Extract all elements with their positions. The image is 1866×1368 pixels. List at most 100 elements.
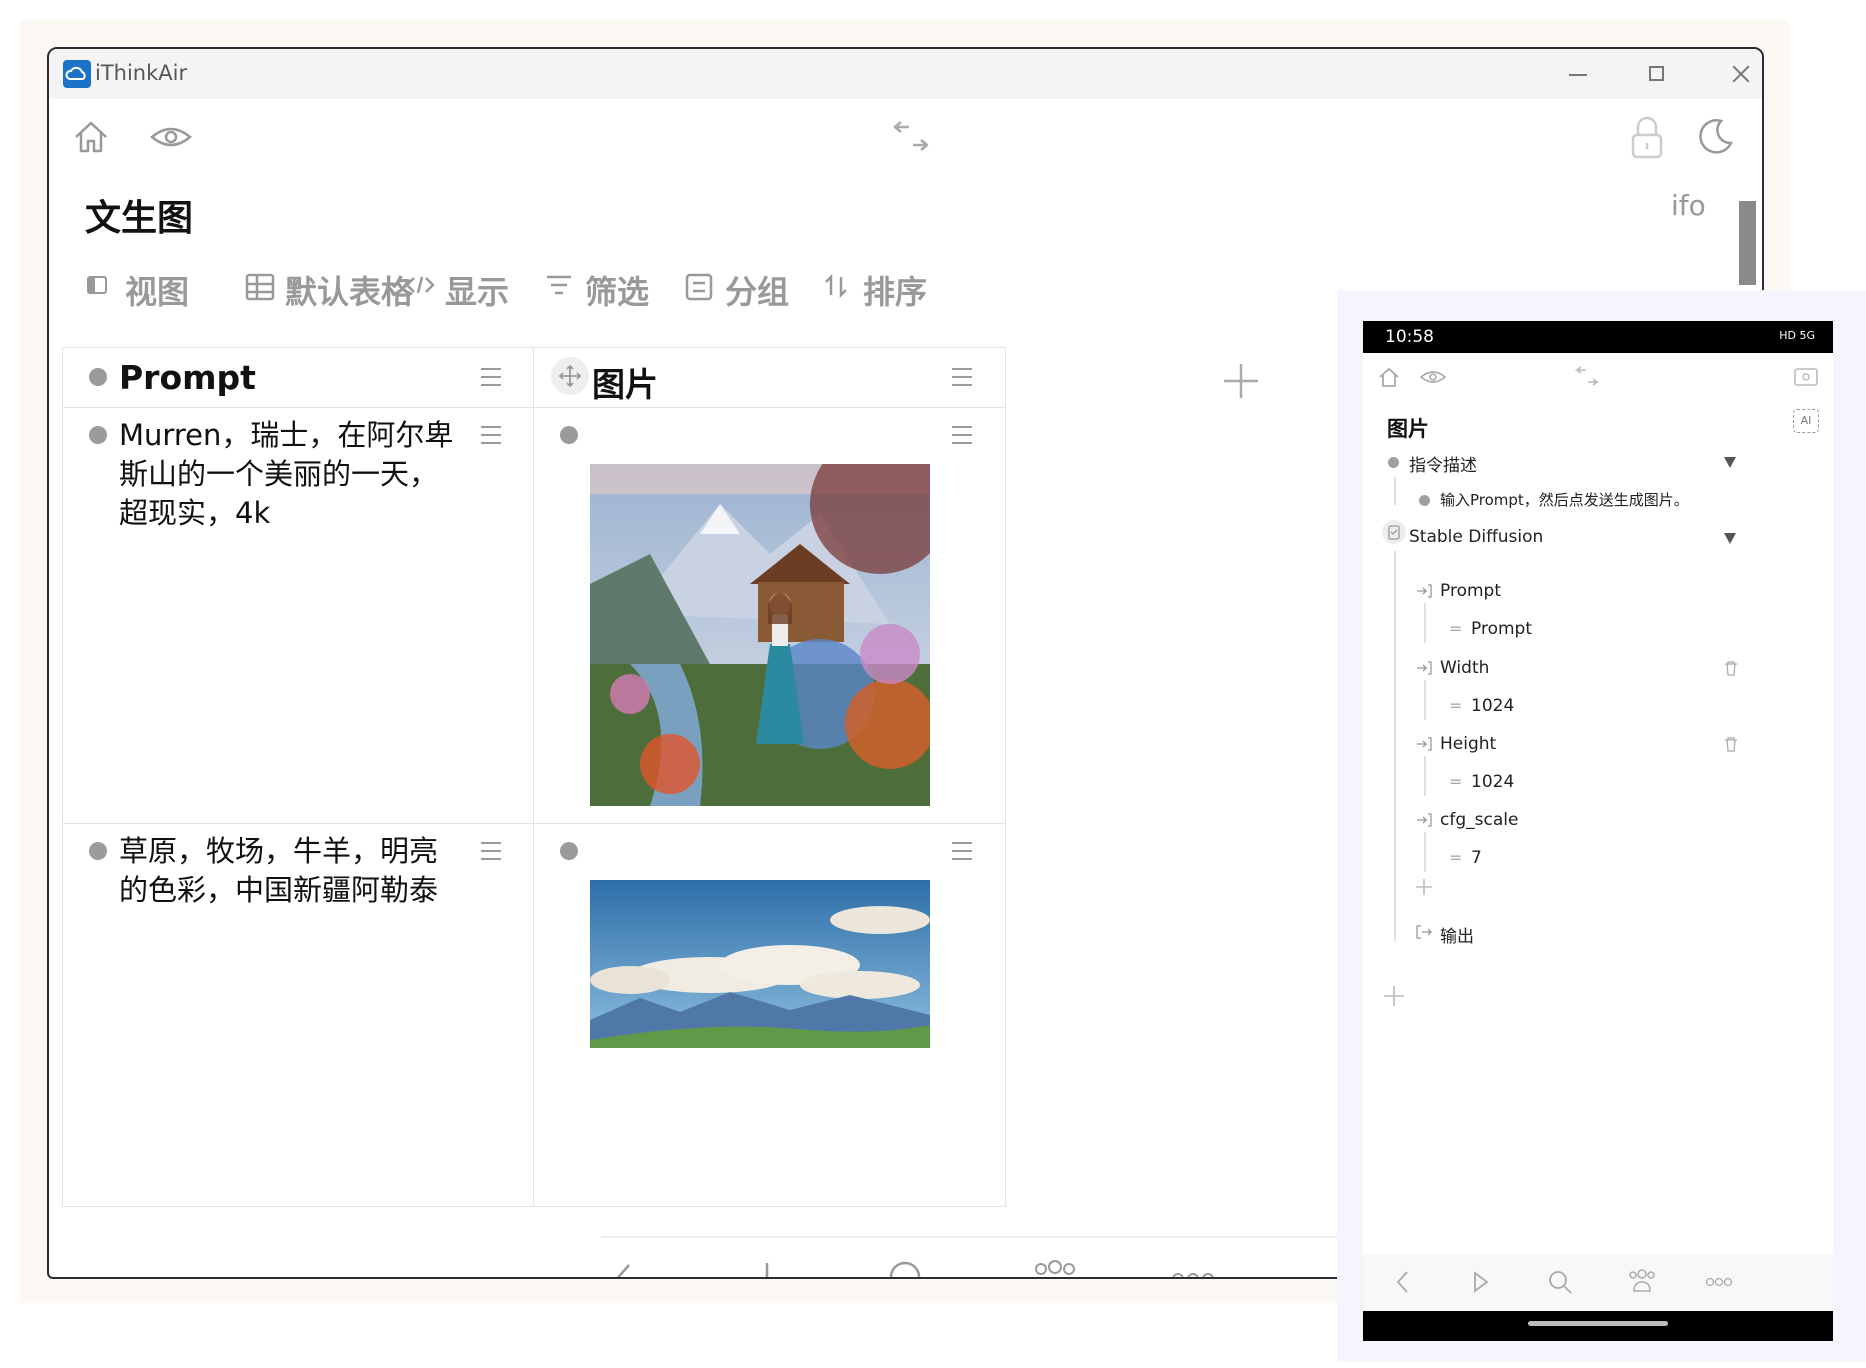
generated-image-girl-garden[interactable] bbox=[590, 464, 930, 806]
cloud-logo-icon bbox=[63, 60, 91, 88]
input-arrow-icon bbox=[1417, 813, 1432, 827]
tree-line bbox=[1424, 603, 1426, 643]
maximize-button[interactable] bbox=[1629, 55, 1689, 93]
table-cell-prompt[interactable]: Murren，瑞士，在阿尔卑斯山的一个美丽的一天，超现实，4k bbox=[62, 407, 535, 825]
home-indicator[interactable] bbox=[1528, 1321, 1668, 1326]
tree-line bbox=[1394, 477, 1396, 505]
param-value: 7 bbox=[1471, 848, 1482, 868]
info-badge: ifo bbox=[1671, 189, 1706, 222]
data-table: Prompt 图片 Murren，瑞士，在阿尔卑斯山的一个美丽的一天，超现实，4… bbox=[62, 347, 1192, 1207]
page-title: 文生图 bbox=[85, 198, 194, 239]
more-dots-icon[interactable] bbox=[1171, 1271, 1215, 1279]
phone-screen: 10:58 HD 5G 图片 AI 指令描述 输入Prompt，然后点发送生成图… bbox=[1363, 321, 1833, 1341]
home-icon[interactable] bbox=[1377, 365, 1401, 389]
title-bar: iThinkAir bbox=[49, 49, 1762, 99]
equals-icon: = bbox=[1449, 696, 1463, 715]
row-dot-icon bbox=[560, 842, 578, 860]
toolbar-view-label: 视图 bbox=[125, 273, 190, 311]
param-name: Prompt bbox=[1440, 581, 1501, 601]
table-cell-image[interactable] bbox=[533, 823, 1006, 1207]
param-value: 1024 bbox=[1471, 772, 1515, 792]
trash-icon[interactable] bbox=[1724, 660, 1738, 676]
home-icon[interactable] bbox=[71, 117, 111, 157]
image-folder-icon[interactable] bbox=[1793, 365, 1819, 387]
add-node-plus-icon[interactable] bbox=[1383, 985, 1405, 1007]
param-name: Width bbox=[1440, 658, 1490, 678]
users-group-icon[interactable] bbox=[1029, 1257, 1081, 1279]
toolbar-filter-label: 筛选 bbox=[585, 273, 650, 311]
phone-bottom-bar bbox=[1363, 1254, 1833, 1311]
status-time: 10:58 bbox=[1385, 327, 1434, 347]
generated-image-meadow[interactable] bbox=[590, 880, 930, 1048]
minimize-button[interactable] bbox=[1549, 55, 1609, 93]
output-label: 输出 bbox=[1440, 927, 1474, 947]
tree-line bbox=[1394, 551, 1396, 941]
toolbar-sort-label: 排序 bbox=[863, 273, 928, 311]
menu-icon[interactable] bbox=[481, 368, 501, 386]
menu-icon[interactable] bbox=[952, 368, 972, 386]
users-group-icon[interactable] bbox=[1625, 1267, 1659, 1293]
param-value: Prompt bbox=[1471, 619, 1532, 639]
instruction-label: 指令描述 bbox=[1409, 456, 1477, 476]
input-arrow-icon bbox=[1417, 661, 1432, 675]
bullet-icon bbox=[1388, 457, 1399, 468]
tree-line bbox=[1424, 680, 1426, 720]
menu-icon[interactable] bbox=[481, 842, 501, 860]
add-param-plus-icon[interactable] bbox=[1415, 878, 1433, 896]
ai-badge-icon[interactable]: AI bbox=[1793, 409, 1819, 433]
input-arrow-icon bbox=[1417, 737, 1432, 751]
code-icon bbox=[405, 276, 435, 294]
equals-icon: = bbox=[1449, 772, 1463, 791]
menu-icon[interactable] bbox=[952, 426, 972, 444]
play-icon[interactable] bbox=[1471, 1269, 1491, 1295]
table-cell-prompt[interactable]: 草原，牧场，牛羊，明亮的色彩，中国新疆阿勒泰 bbox=[62, 823, 535, 1207]
tree-line bbox=[1424, 756, 1426, 796]
menu-icon[interactable] bbox=[481, 426, 501, 444]
back-chevron-icon[interactable] bbox=[1393, 1269, 1411, 1295]
drag-move-icon[interactable] bbox=[550, 356, 590, 396]
column-title-image: 图片 bbox=[592, 365, 658, 404]
prompt-text: 草原，牧场，牛羊，明亮的色彩，中国新疆阿勒泰 bbox=[119, 834, 439, 907]
column-dot-icon bbox=[89, 368, 107, 386]
instruction-text: 输入Prompt，然后点发送生成图片。 bbox=[1440, 491, 1689, 509]
equals-icon: = bbox=[1449, 619, 1463, 638]
scrollbar-thumb[interactable] bbox=[1739, 201, 1756, 285]
menu-icon[interactable] bbox=[952, 842, 972, 860]
swap-arrows-icon[interactable] bbox=[889, 119, 933, 159]
more-dots-icon[interactable] bbox=[1705, 1277, 1733, 1287]
eye-icon[interactable] bbox=[1419, 369, 1447, 385]
status-icons: HD 5G bbox=[1779, 329, 1815, 342]
table-icon bbox=[245, 273, 275, 301]
eye-icon[interactable] bbox=[149, 123, 193, 151]
app-title: iThinkAir bbox=[95, 61, 188, 85]
search-icon[interactable] bbox=[887, 1259, 929, 1279]
swap-arrows-icon[interactable] bbox=[1573, 365, 1601, 389]
back-chevron-icon[interactable] bbox=[607, 1261, 637, 1279]
table-cell-image[interactable] bbox=[533, 407, 1006, 825]
group-icon bbox=[685, 273, 713, 301]
phone-page-title: 图片 bbox=[1387, 417, 1429, 441]
lock-icon[interactable] bbox=[1629, 115, 1665, 161]
row-dot-icon bbox=[89, 426, 107, 444]
toolbar-group-label: 分组 bbox=[725, 273, 790, 311]
column-header-prompt[interactable]: Prompt bbox=[62, 347, 535, 409]
trash-icon[interactable] bbox=[1724, 736, 1738, 752]
add-plus-icon[interactable] bbox=[749, 1261, 785, 1279]
add-column-plus-icon[interactable] bbox=[1221, 361, 1261, 401]
bottom-bar-divider bbox=[601, 1236, 1341, 1238]
bullet-icon bbox=[1419, 495, 1430, 506]
column-header-image[interactable]: 图片 bbox=[533, 347, 1006, 409]
clipboard-node-icon[interactable] bbox=[1381, 519, 1407, 545]
dark-mode-moon-icon[interactable] bbox=[1695, 117, 1735, 157]
toolbar-display-label: 显示 bbox=[445, 273, 510, 311]
close-button[interactable] bbox=[1712, 55, 1762, 93]
collapse-triangle-icon[interactable] bbox=[1724, 533, 1736, 544]
row-dot-icon bbox=[560, 426, 578, 444]
stable-diffusion-label: Stable Diffusion bbox=[1409, 527, 1544, 547]
search-icon[interactable] bbox=[1547, 1269, 1573, 1295]
column-title-prompt: Prompt bbox=[119, 358, 256, 397]
filter-icon bbox=[547, 275, 571, 295]
param-name: cfg_scale bbox=[1440, 810, 1519, 830]
input-arrow-icon bbox=[1417, 584, 1432, 598]
collapse-triangle-icon[interactable] bbox=[1724, 457, 1736, 468]
